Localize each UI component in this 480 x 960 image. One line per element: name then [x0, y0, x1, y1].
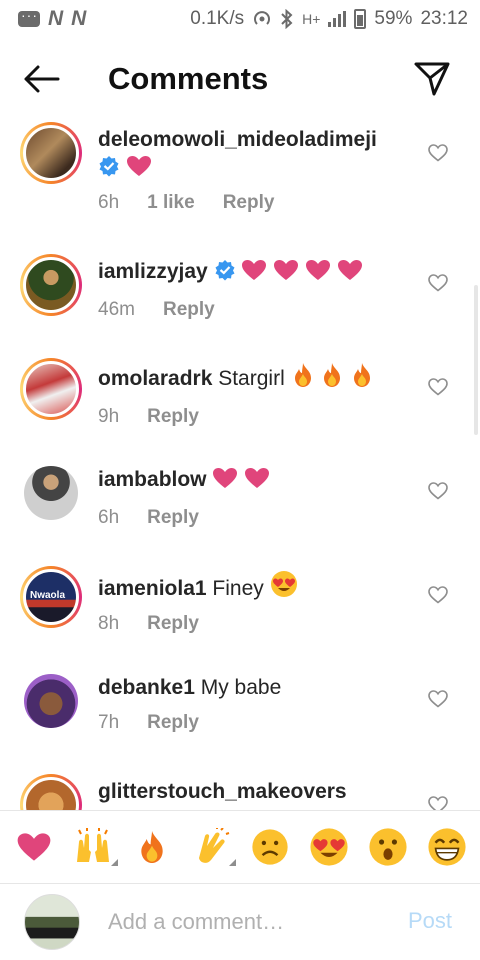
avatar[interactable]	[20, 774, 82, 810]
verified-badge-icon	[99, 156, 119, 177]
like-heart-icon[interactable]	[428, 378, 448, 396]
avatar[interactable]: Nwaola	[20, 566, 82, 628]
post-button[interactable]: Post	[408, 908, 452, 934]
comment-time: 9h	[98, 406, 120, 427]
comment-username[interactable]: omolaradrk	[98, 367, 212, 390]
reply-button[interactable]: Reply	[147, 507, 199, 529]
comment-username[interactable]: iamlizzyjay	[98, 260, 208, 283]
comment-text: Finey	[212, 577, 264, 600]
network-type: H+	[302, 11, 321, 27]
signal-icon	[328, 11, 347, 27]
fire-emoji-button[interactable]	[129, 824, 175, 870]
comment-time: 46m	[98, 299, 135, 320]
comment-item: debanke1 My babe 7h Reply	[0, 670, 480, 750]
comment-time: 7h	[98, 712, 120, 733]
heart-eyes-emoji-button[interactable]	[306, 824, 352, 870]
like-heart-icon[interactable]	[428, 144, 448, 162]
pink-heart-emoji	[126, 156, 151, 176]
chat-notification-icon	[18, 7, 40, 27]
like-heart-icon[interactable]	[428, 690, 448, 708]
pink-heart-emoji-button[interactable]	[11, 824, 57, 870]
verified-badge-icon	[215, 260, 235, 281]
avatar[interactable]	[24, 674, 78, 728]
send-icon[interactable]	[412, 60, 452, 98]
comment-time: 8h	[98, 613, 120, 634]
comment-likes[interactable]: 1 like	[147, 192, 195, 214]
reply-button[interactable]: Reply	[147, 712, 199, 734]
bluetooth-icon	[281, 9, 293, 29]
comment-item: omolaradrk Stargirl 9h Reply	[0, 358, 480, 438]
status-bar: N N 0.1K/s H+ 59% 23:12	[0, 0, 480, 38]
comment-username[interactable]: glitterstouch_makeovers	[98, 780, 347, 803]
fire-emoji-group	[291, 362, 375, 396]
comment-item: deleomowoli_mideoladimeji 6h 1 like Repl…	[0, 118, 480, 222]
avatar[interactable]	[20, 122, 82, 184]
sad-face-emoji-button[interactable]	[247, 824, 293, 870]
comment-item: Nwaola iameniola1 Finey 8h Reply	[0, 566, 480, 646]
comment-item: iambablow 6h Reply	[0, 462, 480, 542]
avatar[interactable]	[20, 254, 82, 316]
comment-username[interactable]: iambablow	[98, 468, 207, 491]
avatar[interactable]	[24, 466, 78, 520]
comment-time: 6h	[98, 507, 120, 528]
like-heart-icon[interactable]	[428, 482, 448, 500]
network-notification-icon: N	[48, 7, 64, 30]
avatar[interactable]	[20, 358, 82, 420]
reply-button[interactable]: Reply	[147, 613, 199, 635]
like-heart-icon[interactable]	[428, 274, 448, 292]
avatar-overlay-text: Nwaola	[30, 590, 66, 601]
grinning-face-emoji-button[interactable]	[424, 824, 470, 870]
battery-percent: 59%	[374, 8, 413, 29]
pink-heart-emoji-group	[241, 259, 363, 289]
scrollbar[interactable]	[474, 285, 478, 435]
comment-username[interactable]: debanke1	[98, 676, 195, 699]
pink-heart-emoji-group	[212, 467, 270, 497]
clapping-hands-emoji-button[interactable]	[188, 824, 236, 870]
raised-hands-emoji-button[interactable]	[70, 824, 118, 870]
header: Comments	[0, 50, 480, 110]
current-user-avatar	[24, 894, 80, 950]
network-notification-icon-2: N	[71, 7, 87, 30]
reply-button[interactable]: Reply	[223, 192, 275, 214]
emoji-quick-bar	[0, 810, 480, 884]
comment-list[interactable]: deleomowoli_mideoladimeji 6h 1 like Repl…	[0, 118, 480, 810]
hotspot-icon	[254, 11, 271, 25]
network-speed: 0.1K/s	[190, 8, 245, 29]
heart-eyes-emoji	[270, 571, 297, 597]
comment-item: iamlizzyjay 46m Reply	[0, 254, 480, 334]
page-title: Comments	[108, 61, 269, 96]
reply-button[interactable]: Reply	[147, 406, 199, 428]
like-heart-icon[interactable]	[428, 586, 448, 604]
battery-icon	[354, 9, 367, 29]
back-arrow-icon[interactable]	[22, 62, 62, 96]
comment-text: My babe	[200, 676, 282, 699]
like-heart-icon[interactable]	[428, 796, 448, 810]
comment-username[interactable]: iameniola1	[98, 577, 207, 600]
comment-text: Stargirl	[218, 367, 285, 390]
reply-button[interactable]: Reply	[163, 299, 215, 321]
comment-username[interactable]: deleomowoli_mideoladimeji	[98, 128, 377, 151]
comment-time: 6h	[98, 192, 120, 213]
comment-input[interactable]	[108, 906, 388, 938]
comment-composer: Post	[0, 884, 480, 960]
comment-item: glitterstouch_makeovers	[0, 774, 480, 810]
surprised-face-emoji-button[interactable]	[365, 824, 411, 870]
clock: 23:12	[420, 8, 468, 29]
